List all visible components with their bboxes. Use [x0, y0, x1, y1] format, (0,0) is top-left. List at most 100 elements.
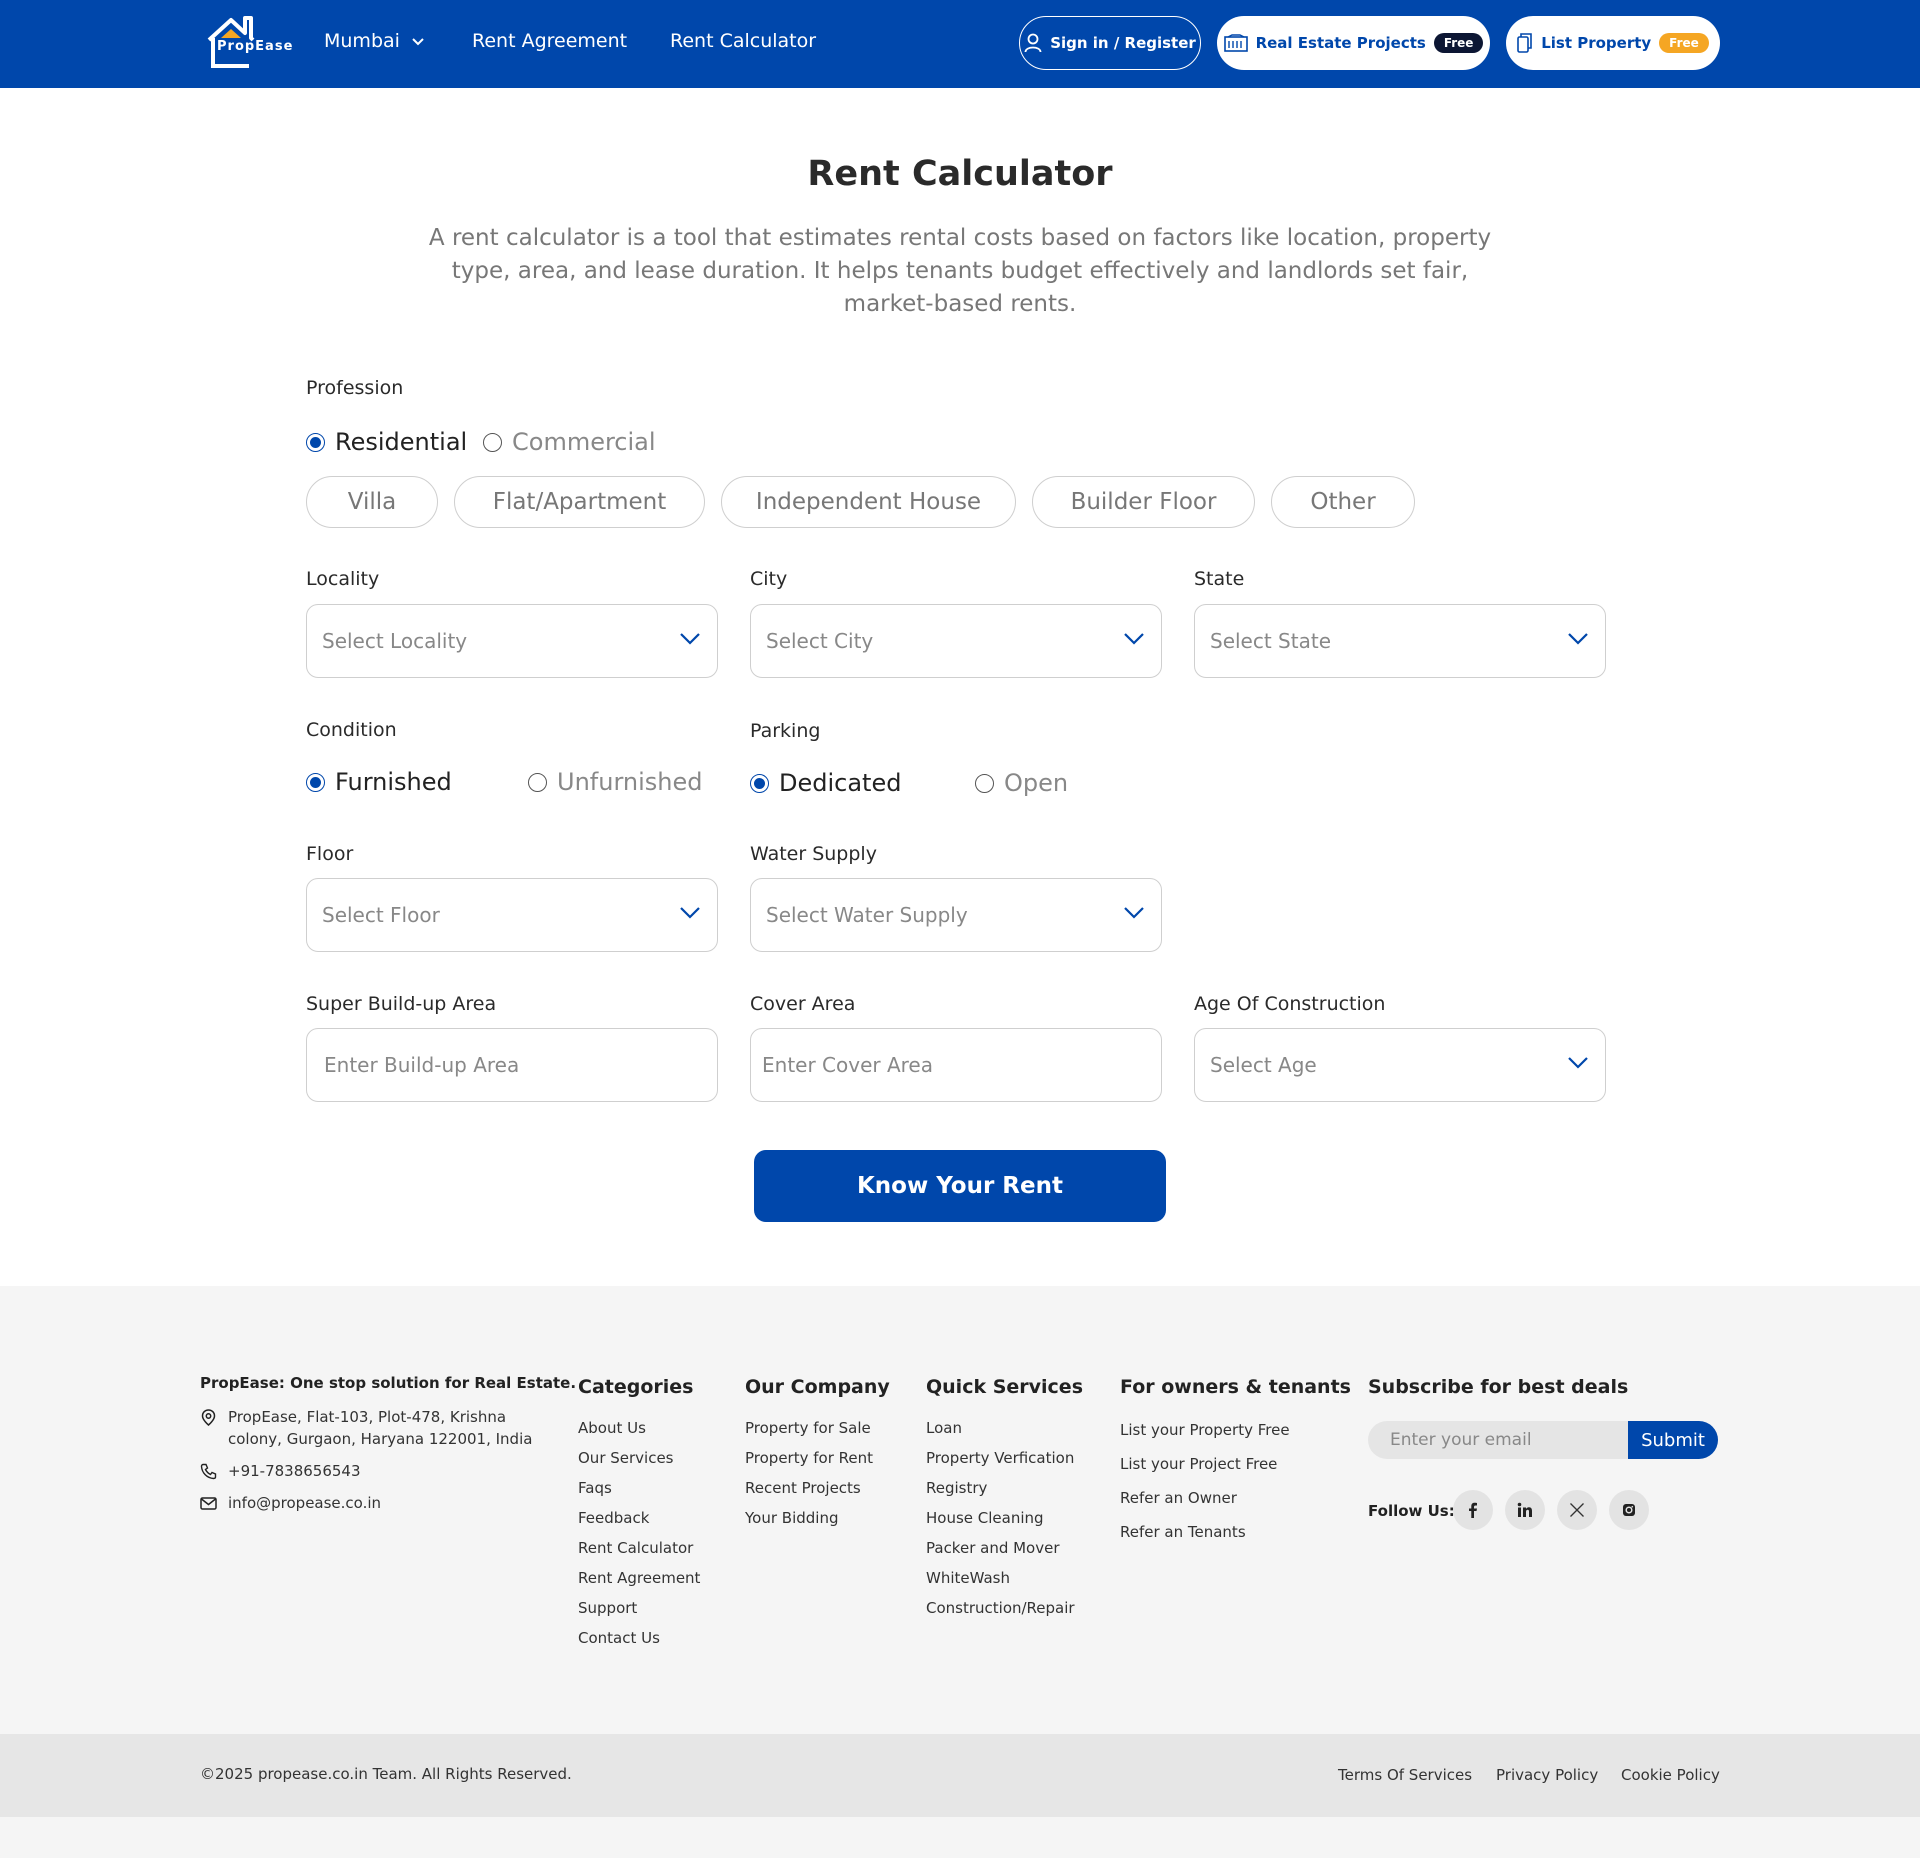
footer-link-rent-agreement[interactable]: Rent Agreement — [578, 1563, 700, 1593]
subscribe-placeholder: Enter your email — [1390, 1430, 1532, 1450]
follow-us-label: Follow Us: — [1368, 1502, 1455, 1520]
footer-link-refer-tenants[interactable]: Refer an Tenants — [1120, 1515, 1351, 1549]
radio-commercial[interactable]: Commercial — [483, 428, 656, 456]
location-pin-icon — [201, 1409, 216, 1426]
linkedin-link[interactable] — [1505, 1490, 1545, 1530]
logo-text: PropEase — [217, 39, 294, 54]
facebook-link[interactable] — [1453, 1490, 1493, 1530]
footer-link-sale[interactable]: Property for Sale — [745, 1413, 890, 1443]
floor-select[interactable]: Select Floor — [306, 878, 718, 952]
document-icon — [1517, 33, 1532, 53]
terms-link[interactable]: Terms Of Services — [1338, 1766, 1472, 1784]
nav-rent-agreement[interactable]: Rent Agreement — [472, 30, 627, 52]
real-estate-projects-button[interactable]: Real Estate Projects Free — [1217, 16, 1490, 70]
chevron-down-icon — [1124, 907, 1144, 919]
address-text: PropEase, Flat-103, Plot-478, Krishna co… — [228, 1408, 533, 1448]
chevron-down-icon — [680, 633, 700, 645]
footer: PropEase: One stop solution for Real Est… — [0, 1286, 1920, 1734]
super-buildup-input[interactable]: Enter Build-up Area — [306, 1028, 718, 1102]
state-select[interactable]: Select State — [1194, 604, 1606, 678]
footer-link-rent[interactable]: Property for Rent — [745, 1443, 890, 1473]
locality-select[interactable]: Select Locality — [306, 604, 718, 678]
footer-link-cleaning[interactable]: House Cleaning — [926, 1503, 1083, 1533]
radio-unfurnished[interactable]: Unfurnished — [528, 768, 702, 796]
footer-company: Our Company Property for Sale Property f… — [745, 1376, 890, 1533]
sign-in-button[interactable]: Sign in / Register — [1019, 16, 1201, 70]
owners-title: For owners & tenants — [1120, 1376, 1351, 1398]
mail-icon — [200, 1497, 217, 1510]
user-icon — [1024, 33, 1042, 53]
chip-villa[interactable]: Villa — [306, 476, 438, 528]
list-property-label: List Property — [1541, 34, 1652, 52]
radio-dot — [528, 772, 547, 792]
radio-label: Dedicated — [779, 769, 902, 797]
footer-link-contact[interactable]: Contact Us — [578, 1623, 700, 1653]
footer-link-list-property[interactable]: List your Property Free — [1120, 1413, 1351, 1447]
footer-link-verification[interactable]: Property Verfication — [926, 1443, 1083, 1473]
super-buildup-label: Super Build-up Area — [306, 993, 497, 1015]
footer-link-rent-calculator[interactable]: Rent Calculator — [578, 1533, 700, 1563]
instagram-link[interactable] — [1609, 1490, 1649, 1530]
x-link[interactable] — [1557, 1490, 1597, 1530]
footer-link-recent-projects[interactable]: Recent Projects — [745, 1473, 890, 1503]
footer-link-loan[interactable]: Loan — [926, 1413, 1083, 1443]
footer-link-construction[interactable]: Construction/Repair — [926, 1593, 1083, 1623]
categories-title: Categories — [578, 1376, 694, 1398]
radio-furnished[interactable]: Furnished — [306, 768, 452, 796]
city-select[interactable]: Select City — [750, 604, 1162, 678]
super-buildup-placeholder: Enter Build-up Area — [324, 1053, 520, 1077]
chevron-down-icon — [1568, 633, 1588, 645]
subscribe-email-input[interactable]: Enter your email — [1368, 1421, 1628, 1459]
subscribe-submit-button[interactable]: Submit — [1628, 1421, 1718, 1459]
footer-link-services[interactable]: Our Services — [578, 1443, 700, 1473]
x-icon — [1570, 1503, 1584, 1517]
real-estate-projects-label: Real Estate Projects — [1255, 34, 1426, 52]
footer-link-refer-owner[interactable]: Refer an Owner — [1120, 1481, 1351, 1515]
footer-phone[interactable]: +91-7838656543 — [200, 1460, 361, 1482]
radio-dot — [750, 773, 769, 793]
footer-link-registry[interactable]: Registry — [926, 1473, 1083, 1503]
chip-independent-house[interactable]: Independent House — [721, 476, 1016, 528]
chevron-down-icon — [1568, 1057, 1588, 1069]
radio-residential[interactable]: Residential — [306, 428, 467, 456]
cookie-link[interactable]: Cookie Policy — [1621, 1766, 1720, 1784]
city-label: Mumbai — [324, 30, 400, 52]
company-title: Our Company — [745, 1376, 890, 1398]
nav-rent-calculator[interactable]: Rent Calculator — [670, 30, 816, 52]
profession-label: Profession — [306, 377, 404, 399]
condition-label: Condition — [306, 719, 397, 741]
footer-link-bidding[interactable]: Your Bidding — [745, 1503, 890, 1533]
footer-categories: Categories About Us Our Services Faqs Fe… — [578, 1376, 700, 1653]
privacy-link[interactable]: Privacy Policy — [1496, 1766, 1598, 1784]
radio-open[interactable]: Open — [975, 769, 1068, 797]
footer-link-about[interactable]: About Us — [578, 1413, 700, 1443]
chip-builder-floor[interactable]: Builder Floor — [1032, 476, 1255, 528]
facebook-icon — [1469, 1502, 1477, 1518]
subscribe-title: Subscribe for best deals — [1368, 1376, 1629, 1398]
instagram-icon — [1623, 1504, 1635, 1516]
footer-address: PropEase, Flat-103, Plot-478, Krishna co… — [200, 1406, 540, 1450]
footer-link-list-project[interactable]: List your Project Free — [1120, 1447, 1351, 1481]
cover-area-label: Cover Area — [750, 993, 856, 1015]
floor-placeholder: Select Floor — [322, 903, 440, 927]
footer-link-whitewash[interactable]: WhiteWash — [926, 1563, 1083, 1593]
logo[interactable]: PropEase — [205, 14, 295, 70]
cover-area-input[interactable]: Enter Cover Area — [750, 1028, 1162, 1102]
footer-link-faqs[interactable]: Faqs — [578, 1473, 700, 1503]
footer-link-packer[interactable]: Packer and Mover — [926, 1533, 1083, 1563]
top-navbar: PropEase Mumbai Rent Agreement Rent Calc… — [0, 0, 1920, 88]
radio-dot — [306, 432, 325, 452]
know-your-rent-button[interactable]: Know Your Rent — [754, 1150, 1166, 1222]
city-selector[interactable]: Mumbai — [324, 30, 426, 52]
footer-link-support[interactable]: Support — [578, 1593, 700, 1623]
age-placeholder: Select Age — [1210, 1053, 1317, 1077]
radio-dedicated[interactable]: Dedicated — [750, 769, 901, 797]
chip-flat-apartment[interactable]: Flat/Apartment — [454, 476, 705, 528]
footer-link-feedback[interactable]: Feedback — [578, 1503, 700, 1533]
footer-email[interactable]: info@propease.co.in — [200, 1492, 381, 1514]
water-supply-select[interactable]: Select Water Supply — [750, 878, 1162, 952]
age-select[interactable]: Select Age — [1194, 1028, 1606, 1102]
list-property-button[interactable]: List Property Free — [1506, 16, 1720, 70]
radio-dot — [975, 773, 994, 793]
chip-other[interactable]: Other — [1271, 476, 1415, 528]
